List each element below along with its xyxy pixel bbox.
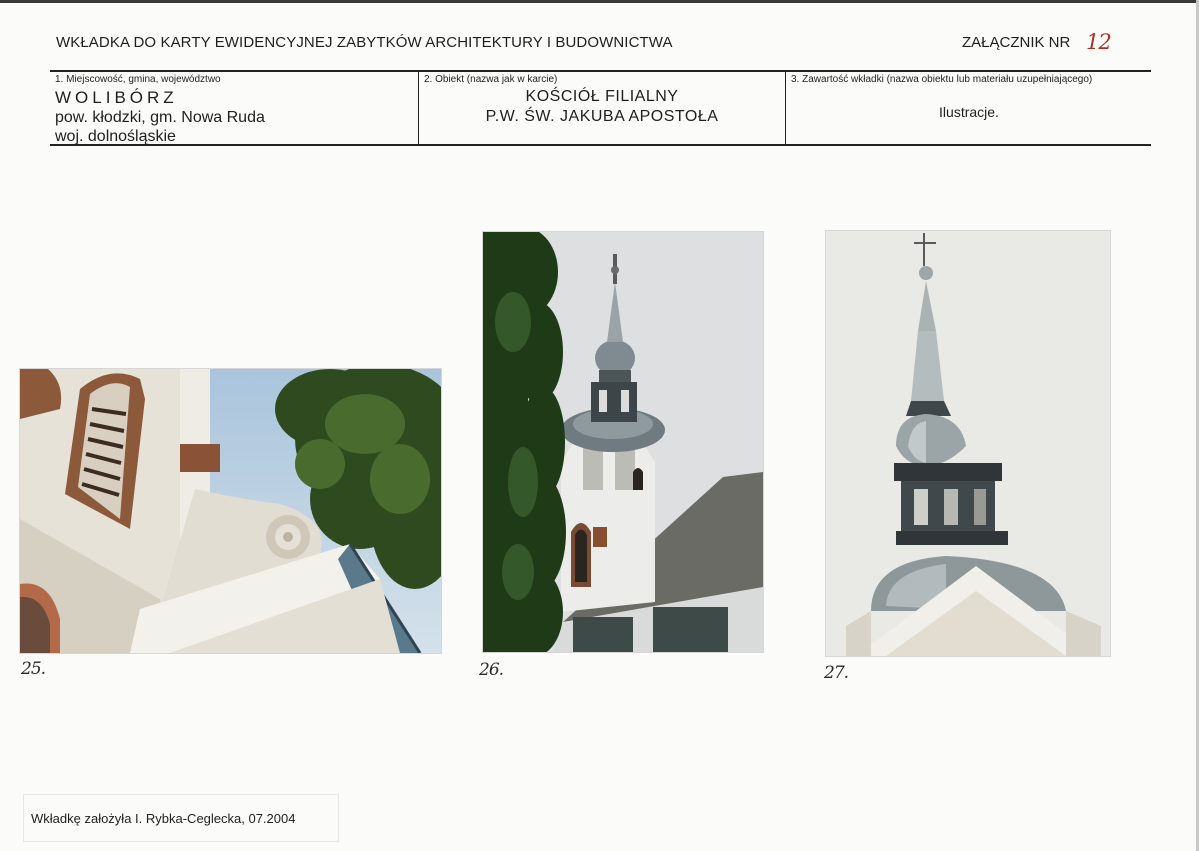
contents-label: 3. Zawartość wkładki (nazwa obiektu lub … xyxy=(791,74,1093,85)
district-commune: pow. kłodzki, gm. Nowa Ruda xyxy=(55,109,265,126)
photo-number-25: 25. xyxy=(21,659,46,679)
page-top-edge xyxy=(0,0,1199,3)
contents-cell: 3. Zawartość wkładki (nazwa obiektu lub … xyxy=(785,72,1152,144)
location-label: 1. Miejscowość, gmina, województwo xyxy=(55,74,221,85)
photo-number-27: 27. xyxy=(824,663,849,683)
info-table: 1. Miejscowość, gmina, województwo WOLIB… xyxy=(50,70,1151,146)
place-name: WOLIBÓRZ xyxy=(55,88,178,107)
object-label: 2. Obiekt (nazwa jak w karcie) xyxy=(424,74,558,85)
contents-value: Ilustracje. xyxy=(939,104,999,120)
photo-25-facade-volute xyxy=(20,369,441,653)
photo-27-cupola-closeup xyxy=(826,231,1110,656)
photo-number-26: 26. xyxy=(479,660,504,680)
object-cell: 2. Obiekt (nazwa jak w karcie) KOŚCIÓŁ F… xyxy=(418,72,785,144)
footer-box: Wkładkę założyła I. Rybka-Ceglecka, 07.2… xyxy=(23,794,339,842)
annex-label: ZAŁĄCZNIK NR xyxy=(962,34,1071,51)
document-title: WKŁADKA DO KARTY EWIDENCYJNEJ ZABYTKÓW A… xyxy=(56,34,673,51)
footer-author-note: Wkładkę założyła I. Rybka-Ceglecka, 07.2… xyxy=(31,811,296,826)
location-cell: 1. Miejscowość, gmina, województwo WOLIB… xyxy=(50,72,417,145)
voivodeship: woj. dolnośląskie xyxy=(55,128,176,145)
annex-number-handwritten: 12 xyxy=(1086,30,1112,54)
photo-26-church-tower xyxy=(483,232,763,652)
object-name-line2: P.W. ŚW. JAKUBA APOSTOŁA xyxy=(485,108,719,125)
object-name-line1: KOŚCIÓŁ FILIALNY xyxy=(525,88,679,105)
